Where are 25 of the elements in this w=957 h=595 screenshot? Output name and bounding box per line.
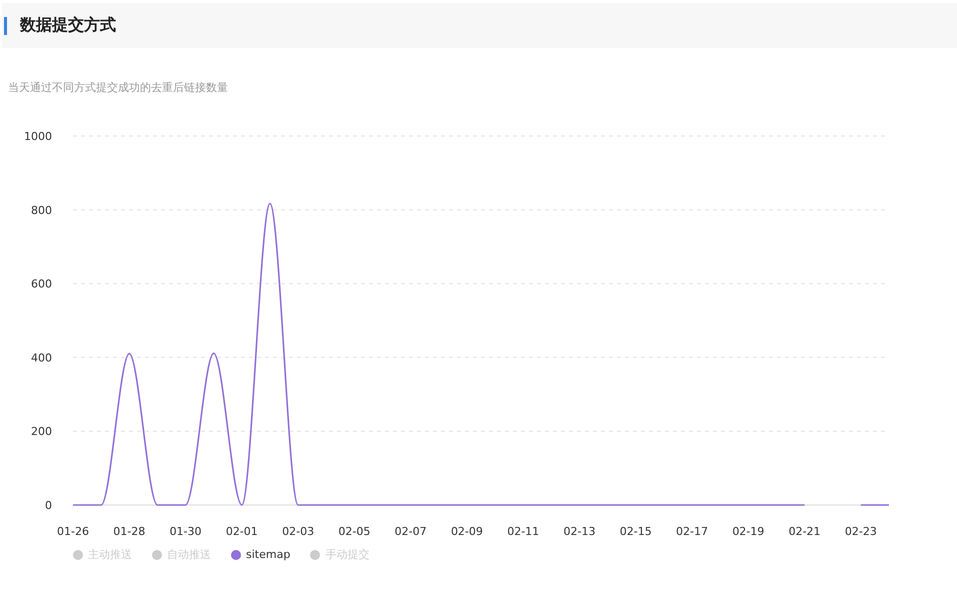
y-axis-label: 200 <box>31 425 52 438</box>
y-axis-label: 1000 <box>24 130 52 143</box>
accent-bar <box>4 16 7 34</box>
x-axis-label: 02-13 <box>564 525 596 538</box>
x-axis-label: 02-11 <box>507 525 540 538</box>
x-axis-label: 02-23 <box>844 525 877 538</box>
x-axis-label: 02-01 <box>226 525 258 538</box>
y-axis-label: 0 <box>45 499 52 512</box>
y-axis-label: 600 <box>31 278 52 291</box>
x-axis-label: 02-15 <box>620 525 652 538</box>
y-axis-label: 400 <box>31 351 52 364</box>
y-axis-label: 800 <box>31 204 52 217</box>
x-axis-label: 02-07 <box>394 525 427 538</box>
x-axis-label: 01-28 <box>113 525 146 538</box>
section-title: 数据提交方式 <box>20 15 116 36</box>
legend-item[interactable]: sitemap <box>231 547 290 562</box>
x-axis-label: 02-05 <box>338 525 370 538</box>
x-axis-label: 02-21 <box>788 525 821 538</box>
x-axis-label: 02-19 <box>732 525 764 538</box>
chart-subtitle: 当天通过不同方式提交成功的去重后链接数量 <box>8 81 229 95</box>
x-axis-label: 02-17 <box>676 525 708 538</box>
x-axis-label: 01-30 <box>170 525 202 538</box>
x-axis-label: 02-03 <box>282 525 314 538</box>
x-axis-label: 01-26 <box>57 525 89 538</box>
x-axis-label: 02-09 <box>450 525 483 538</box>
